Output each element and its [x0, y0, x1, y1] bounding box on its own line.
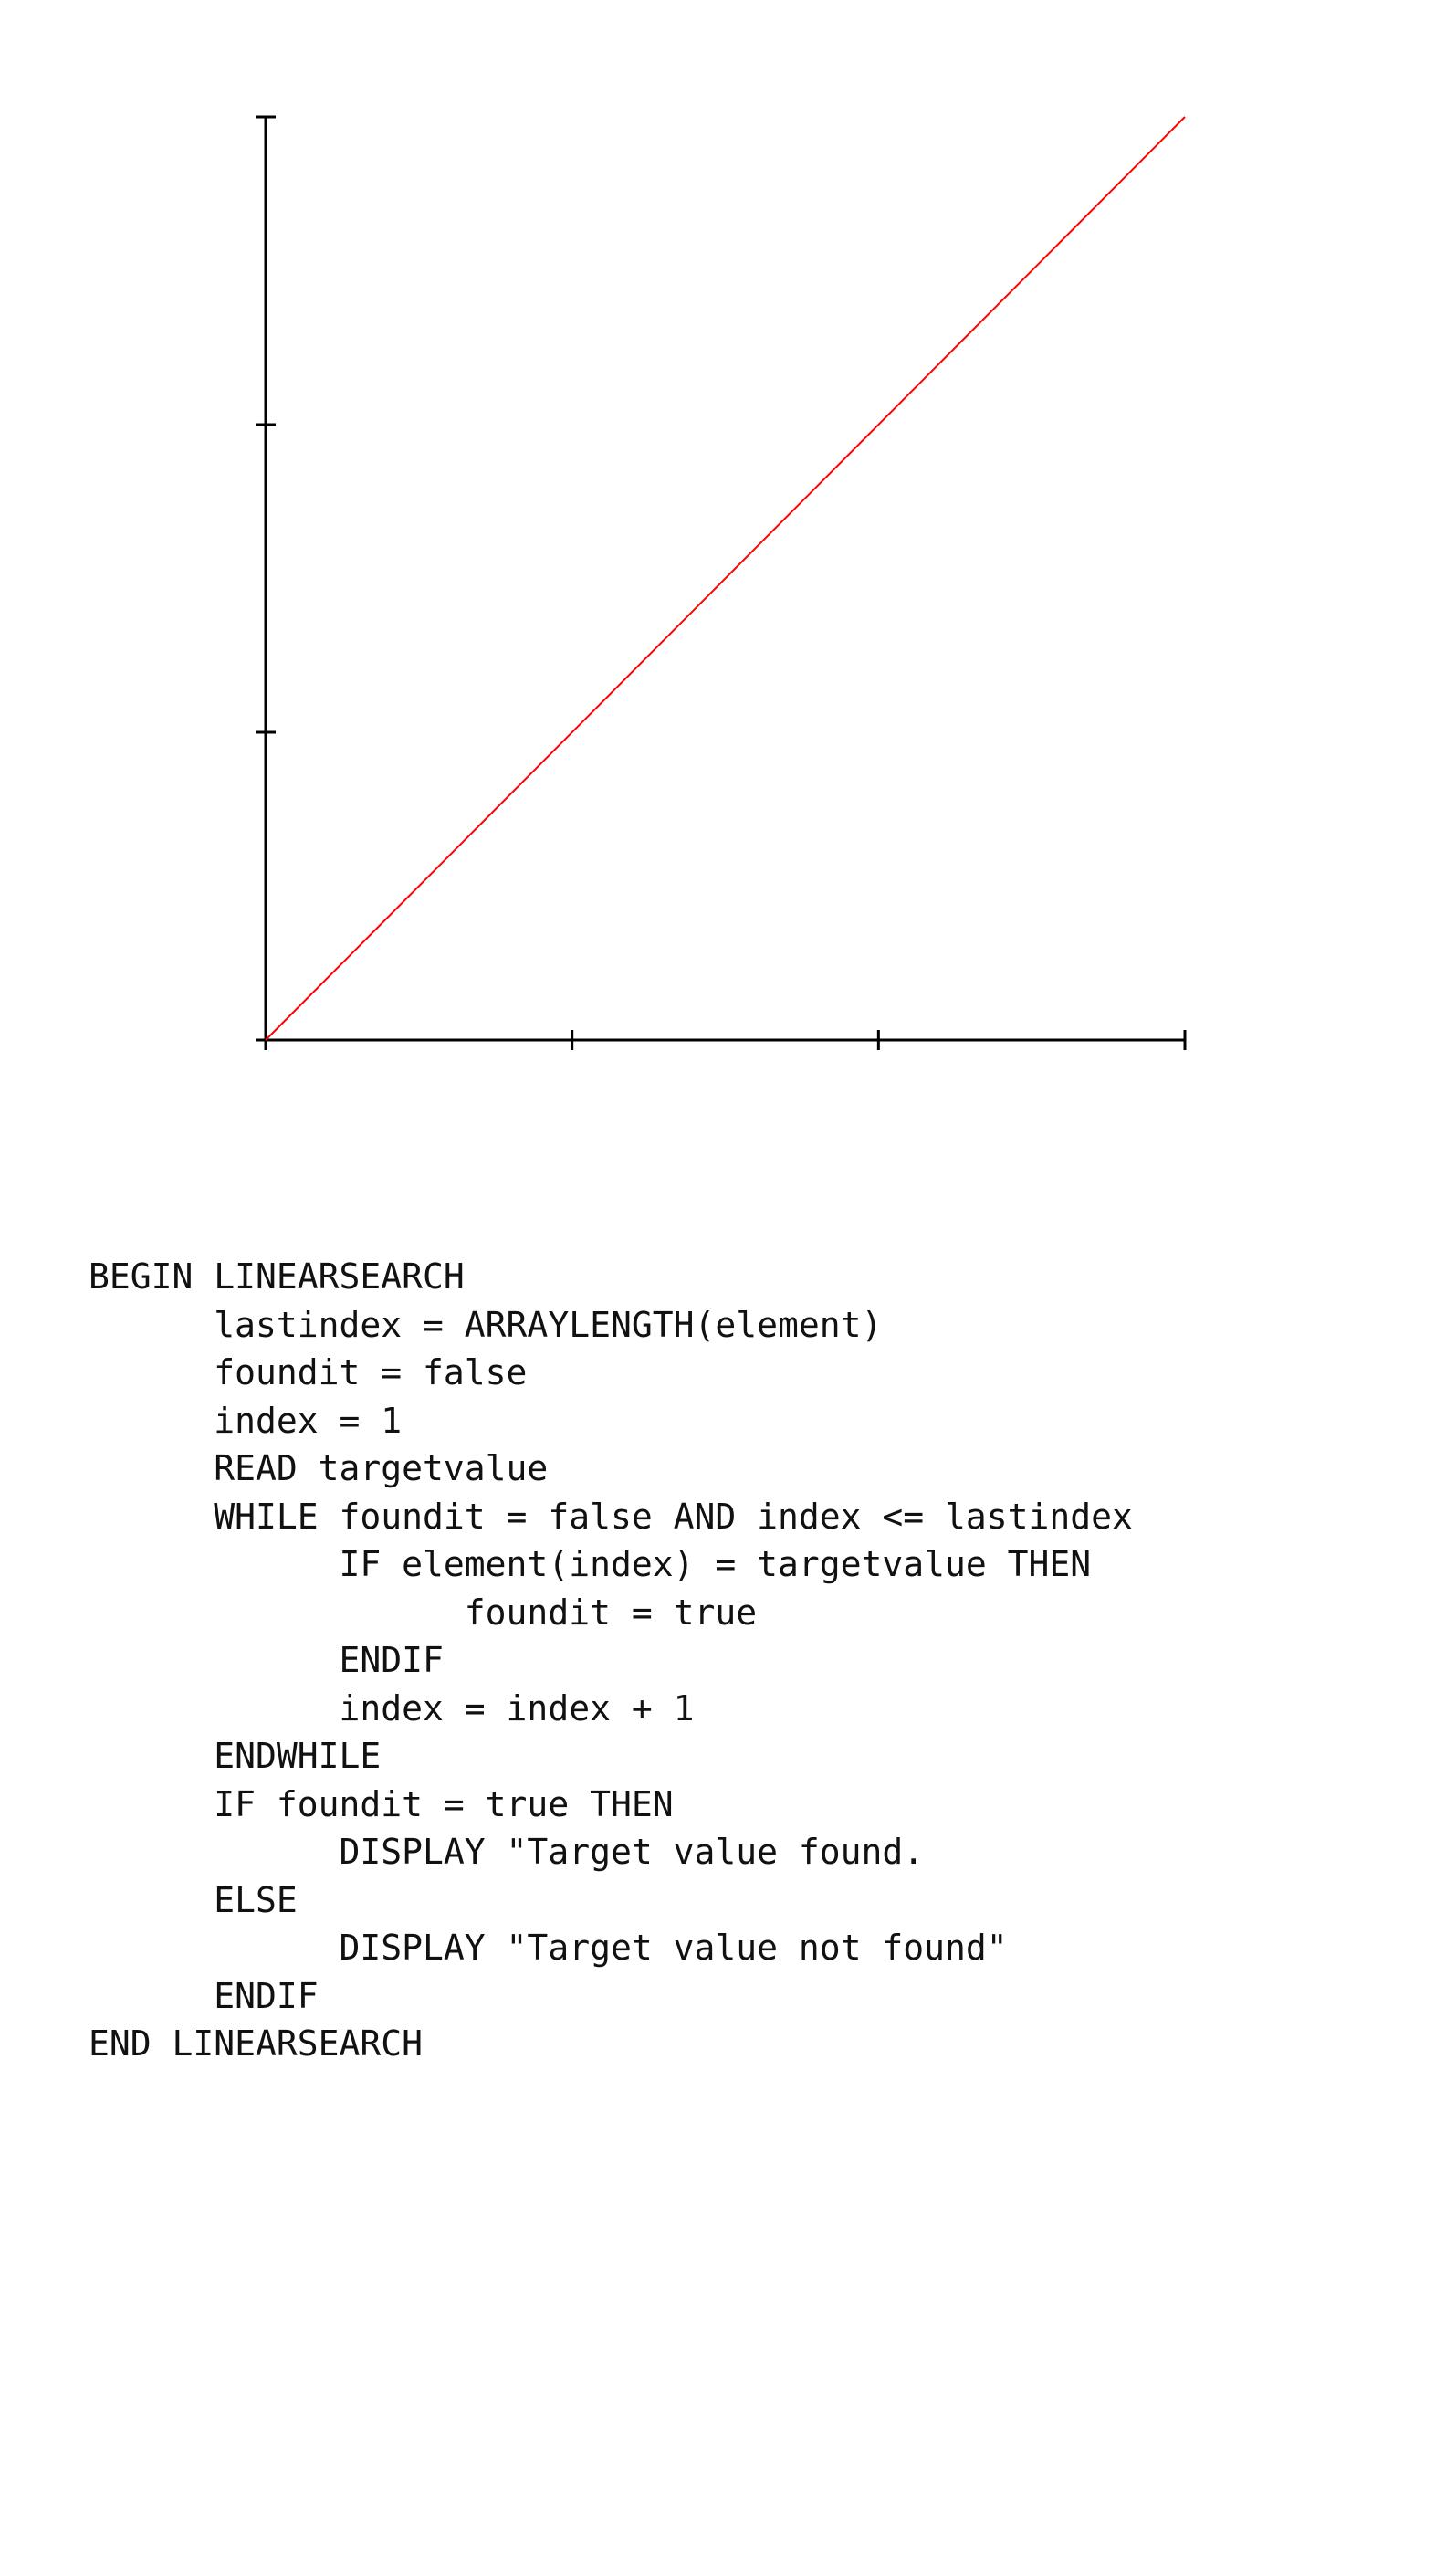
code-line: IF element(index) = targetvalue THEN [89, 1544, 1092, 1584]
code-line: DISPLAY "Target value not found" [89, 1928, 1008, 1968]
code-line: index = 1 [89, 1400, 403, 1441]
chart-series-layer [265, 116, 1186, 1041]
code-line: ELSE [89, 1879, 298, 1920]
code-line: ENDIF [89, 1640, 444, 1680]
line-chart [256, 115, 1187, 1050]
code-line: BEGIN LINEARSEARCH [89, 1256, 465, 1297]
code-line: READ targetvalue [89, 1448, 549, 1488]
code-line: IF foundit = true THEN [89, 1783, 674, 1824]
code-line: DISPLAY "Target value found. [89, 1832, 925, 1872]
code-line: WHILE foundit = false AND index <= lasti… [89, 1496, 1133, 1537]
pseudocode-block: BEGIN LINEARSEARCH lastindex = ARRAYLENG… [89, 1253, 1133, 2068]
series-line [265, 116, 1186, 1041]
code-line: foundit = false [89, 1352, 528, 1392]
code-line: ENDIF [89, 1975, 319, 2016]
code-line: foundit = true [89, 1592, 758, 1633]
code-line: lastindex = ARRAYLENGTH(element) [89, 1304, 883, 1345]
code-line: END LINEARSEARCH [89, 2023, 424, 2064]
code-line: ENDWHILE [89, 1736, 382, 1776]
code-line: index = index + 1 [89, 1687, 695, 1729]
